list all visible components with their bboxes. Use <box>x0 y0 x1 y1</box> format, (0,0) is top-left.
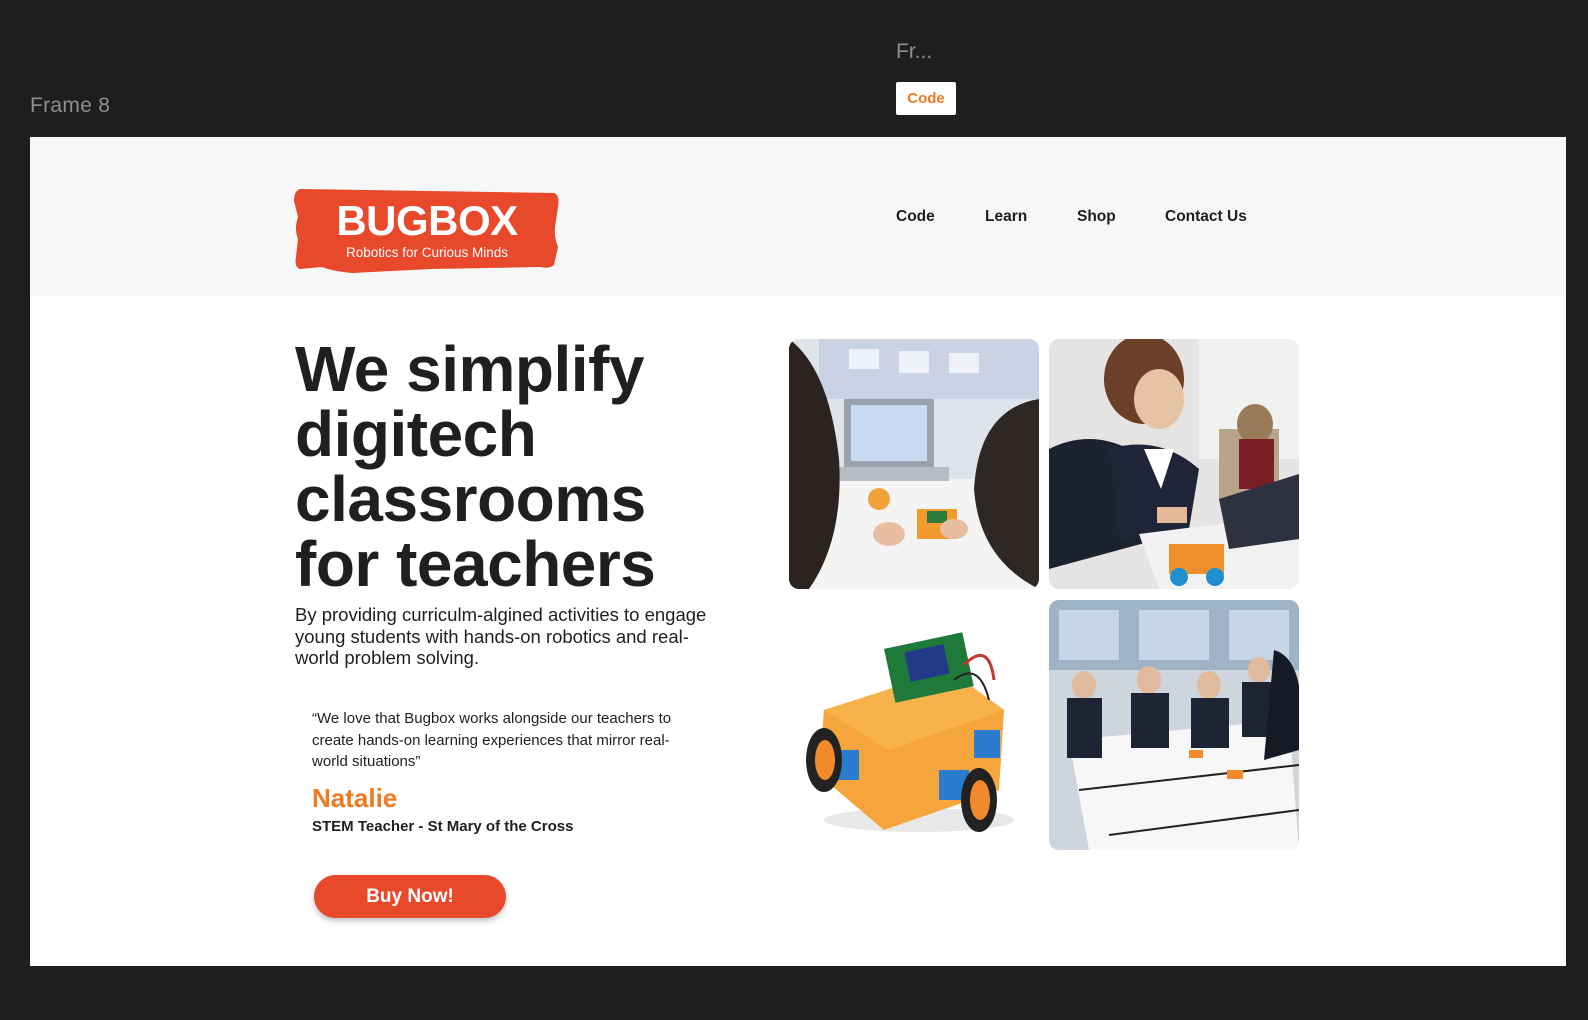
hero-subtitle: By providing curriculm-algined activitie… <box>295 604 707 668</box>
hero-title: We simplify digitech classrooms for teac… <box>295 337 765 597</box>
website-frame: BUGBOX Robotics for Curious Minds Code L… <box>30 137 1566 966</box>
frame-label[interactable]: Frame 8 <box>30 94 110 118</box>
site-header: BUGBOX Robotics for Curious Minds Code L… <box>30 137 1566 296</box>
logo-tagline: Robotics for Curious Minds <box>345 245 509 260</box>
nav-item-contact-us[interactable]: Contact Us <box>1165 208 1247 226</box>
logo-brand: BUGBOX <box>336 197 518 244</box>
frame2-label[interactable]: Fr... <box>896 40 932 64</box>
bugbox-logo[interactable]: BUGBOX Robotics for Curious Minds <box>292 187 562 273</box>
student-building-robot-photo <box>1049 339 1299 589</box>
nav-item-code[interactable]: Code <box>896 208 935 226</box>
students-at-table-photo <box>1049 600 1299 850</box>
frame2-code-chip[interactable]: Code <box>896 82 956 115</box>
testimonial-name: Natalie <box>312 783 398 813</box>
buy-now-button[interactable]: Buy Now! <box>314 875 506 918</box>
hero-title-line: classrooms <box>295 463 646 535</box>
students-with-laptop-photo <box>789 339 1039 589</box>
hero-title-line: for teachers <box>295 528 656 600</box>
testimonial-role: STEM Teacher - St Mary of the Cross <box>312 818 574 835</box>
orange-robot-car-photo <box>789 600 1039 850</box>
nav-item-learn[interactable]: Learn <box>985 208 1027 226</box>
hero-title-line: digitech <box>295 398 537 470</box>
testimonial-quote: “We love that Bugbox works alongside our… <box>312 710 672 770</box>
nav-item-shop[interactable]: Shop <box>1077 208 1116 226</box>
hero-title-line: We simplify <box>295 333 644 405</box>
